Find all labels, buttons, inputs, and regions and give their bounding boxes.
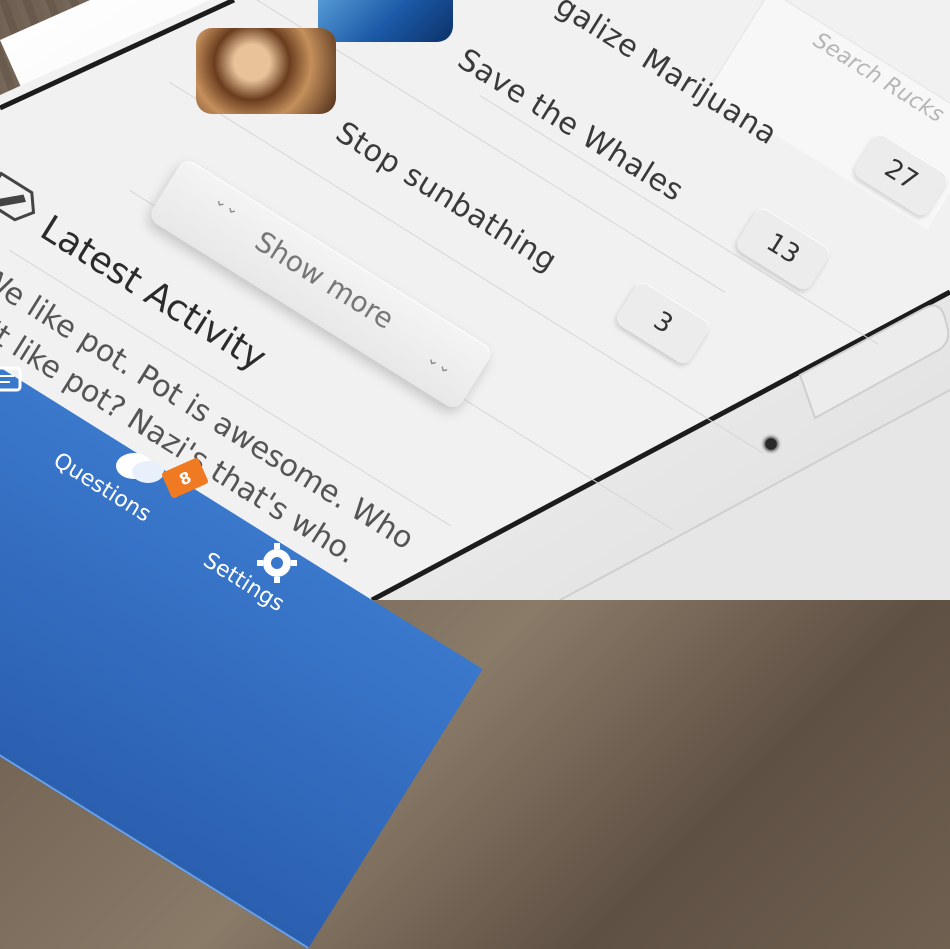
chevron-down-icon: ⌄⌄ <box>423 347 457 379</box>
list-icon[interactable] <box>0 362 32 402</box>
whale-thumbnail[interactable] <box>318 0 453 42</box>
phone: Search Rucks galize Marijuana Save the W… <box>0 0 950 949</box>
sunbathing-thumbnail[interactable] <box>196 28 336 114</box>
chat-bubbles-icon[interactable] <box>112 448 170 488</box>
headphone-jack <box>760 433 782 455</box>
chevron-down-icon: ⌄⌄ <box>211 189 245 220</box>
